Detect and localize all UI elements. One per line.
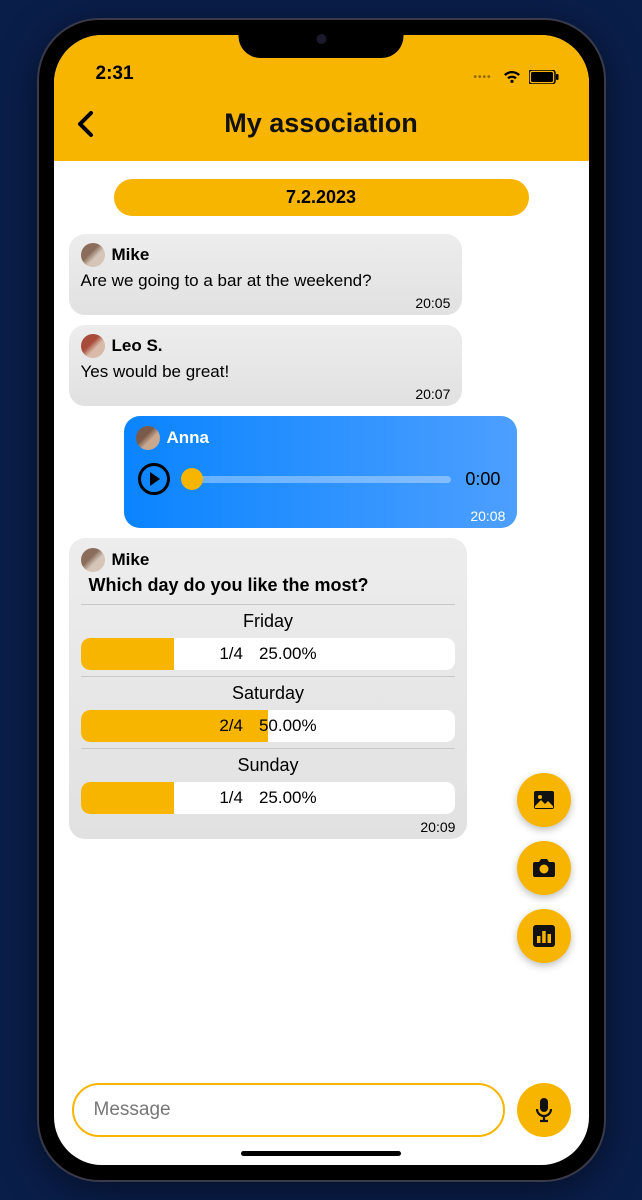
avatar[interactable] xyxy=(81,243,105,267)
gallery-button[interactable] xyxy=(517,773,571,827)
battery-icon xyxy=(529,70,559,84)
poll-percent: 50.00% xyxy=(259,716,317,736)
message-input[interactable]: Message xyxy=(72,1083,505,1137)
notch xyxy=(239,20,404,58)
voice-record-button[interactable] xyxy=(517,1083,571,1137)
poll-option[interactable]: 1/4 25.00% xyxy=(81,638,456,670)
poll-option[interactable]: 1/4 25.00% xyxy=(81,782,456,814)
message-time: 20:08 xyxy=(136,508,506,524)
poll-ratio: 2/4 xyxy=(219,716,243,736)
poll-option-label: Friday xyxy=(81,611,456,632)
sender-name: Mike xyxy=(112,245,150,265)
back-button[interactable] xyxy=(76,110,94,138)
home-indicator[interactable] xyxy=(241,1151,401,1156)
message-time: 20:07 xyxy=(81,386,451,402)
divider xyxy=(81,604,456,605)
poll-question: Which day do you like the most? xyxy=(89,575,456,596)
poll-option[interactable]: 2/4 50.00% xyxy=(81,710,456,742)
date-separator: 7.2.2023 xyxy=(114,179,529,216)
voice-message[interactable]: Anna 0:00 20:08 xyxy=(124,416,518,528)
chat-header: My association xyxy=(54,90,589,161)
message-bubble[interactable]: Mike Are we going to a bar at the weeken… xyxy=(69,234,463,315)
audio-knob[interactable] xyxy=(181,468,203,490)
message-time: 20:05 xyxy=(81,295,451,311)
camera-button[interactable] xyxy=(517,841,571,895)
audio-duration: 0:00 xyxy=(465,469,500,490)
avatar[interactable] xyxy=(81,548,105,572)
phone-frame: 2:31 •••• My association 7.2.2023 xyxy=(39,20,604,1180)
poll-ratio: 1/4 xyxy=(219,788,243,808)
chart-icon xyxy=(533,925,555,947)
poll-message[interactable]: Mike Which day do you like the most? Fri… xyxy=(69,538,468,839)
sender-name: Leo S. xyxy=(112,336,163,356)
poll-ratio: 1/4 xyxy=(219,644,243,664)
sender-name: Anna xyxy=(167,428,210,448)
avatar[interactable] xyxy=(81,334,105,358)
poll-button[interactable] xyxy=(517,909,571,963)
wifi-icon xyxy=(502,69,522,85)
poll-option-label: Sunday xyxy=(81,755,456,776)
sender-name: Mike xyxy=(112,550,150,570)
image-icon xyxy=(532,788,556,812)
chat-title: My association xyxy=(74,108,569,139)
poll-percent: 25.00% xyxy=(259,644,317,664)
action-buttons xyxy=(517,773,571,963)
poll-option-label: Saturday xyxy=(81,683,456,704)
message-time: 20:09 xyxy=(81,819,456,835)
screen: 2:31 •••• My association 7.2.2023 xyxy=(54,35,589,1165)
play-icon[interactable] xyxy=(138,463,170,495)
audio-track[interactable] xyxy=(184,476,452,483)
avatar[interactable] xyxy=(136,426,160,450)
message-bubble[interactable]: Leo S. Yes would be great! 20:07 xyxy=(69,325,463,406)
mic-icon xyxy=(534,1097,554,1123)
message-text: Yes would be great! xyxy=(81,361,451,383)
status-time: 2:31 xyxy=(96,63,134,85)
poll-percent: 25.00% xyxy=(259,788,317,808)
message-text: Are we going to a bar at the weekend? xyxy=(81,270,451,292)
divider xyxy=(81,748,456,749)
divider xyxy=(81,676,456,677)
camera-icon xyxy=(531,856,557,880)
cell-dots: •••• xyxy=(473,72,491,83)
chat-body[interactable]: 7.2.2023 Mike Are we going to a bar at t… xyxy=(54,161,589,1073)
